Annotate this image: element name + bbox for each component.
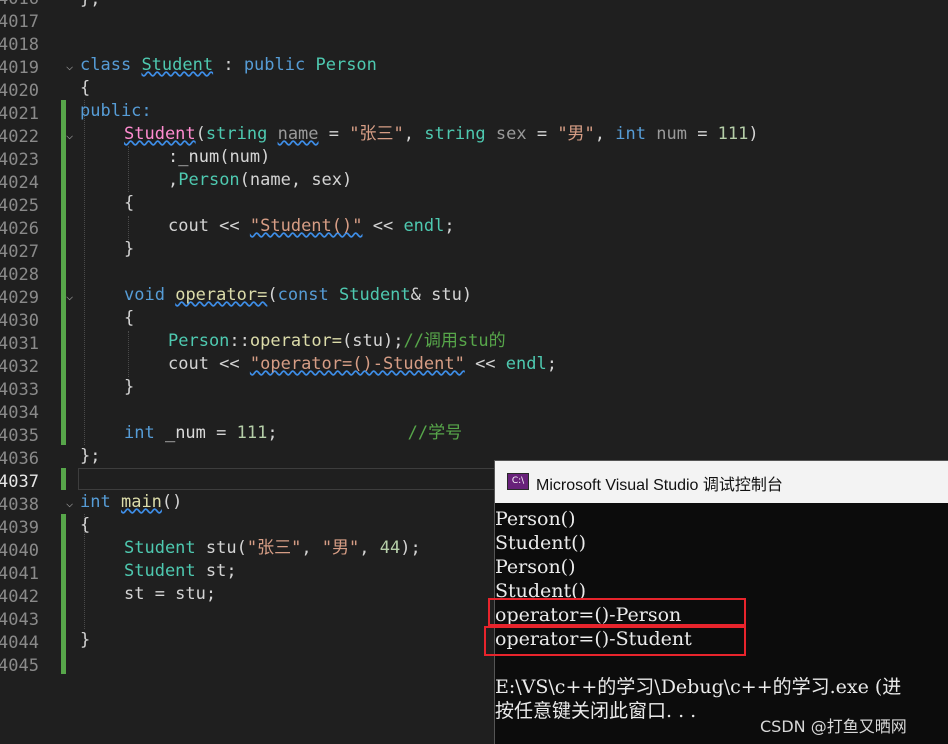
line-number: 4044 xyxy=(0,633,39,653)
line-number: 4017 xyxy=(0,12,39,32)
console-line: Person() xyxy=(495,556,576,578)
code-line: :_num(num) xyxy=(168,147,271,167)
line-number: 4022 xyxy=(0,127,39,147)
line-number: 4030 xyxy=(0,311,39,331)
line-number: 4034 xyxy=(0,403,39,423)
code-line: Student st; xyxy=(124,561,237,581)
line-number: 4024 xyxy=(0,173,39,193)
line-number: 4023 xyxy=(0,150,39,170)
line-number: 4018 xyxy=(0,35,39,55)
code-line: Student stu("张三", "男", 44); xyxy=(124,538,421,558)
code-line: class Student : public Person xyxy=(80,55,377,75)
code-line: { xyxy=(124,193,135,213)
console-line: Student() xyxy=(495,532,586,554)
current-line-highlight xyxy=(78,468,498,490)
code-line: public: xyxy=(80,101,152,121)
code-line: { xyxy=(80,78,91,98)
code-line: cout << "operator=()-Student" << endl; xyxy=(168,354,557,374)
console-line: Person() xyxy=(495,508,576,530)
code-line: { xyxy=(124,308,135,328)
change-indicator-bar xyxy=(61,514,66,674)
line-number: 4041 xyxy=(0,564,39,584)
line-number: 4029 xyxy=(0,288,39,308)
highlight-box xyxy=(488,598,746,626)
line-number: 4019 xyxy=(0,58,39,78)
fold-chevron-icon[interactable]: ⌵ xyxy=(66,124,73,147)
code-line: void operator=(const Student& stu) xyxy=(124,285,473,305)
console-line: E:\VS\c++的学习\Debug\c++的学习.exe (进 xyxy=(495,676,902,698)
code-line: st = stu; xyxy=(124,584,217,604)
code-line: ,Person(name, sex) xyxy=(168,170,353,190)
fold-chevron-icon[interactable]: ⌵ xyxy=(66,492,73,515)
line-number: 4026 xyxy=(0,219,39,239)
code-line: } xyxy=(124,239,135,259)
line-number: 4037 xyxy=(0,472,39,492)
code-line: int main() xyxy=(80,492,183,512)
line-number: 4043 xyxy=(0,610,39,630)
line-number: 4033 xyxy=(0,380,39,400)
code-line: } xyxy=(80,630,91,650)
line-number: 4042 xyxy=(0,587,39,607)
change-indicator-bar xyxy=(61,100,66,445)
line-number: 4016 xyxy=(0,0,39,11)
highlight-box xyxy=(484,626,746,656)
indent-guide xyxy=(128,216,129,240)
line-number: 4027 xyxy=(0,242,39,262)
line-number: 4020 xyxy=(0,81,39,101)
line-number: 4036 xyxy=(0,449,39,469)
console-app-icon: C:\ xyxy=(507,473,529,490)
code-line: Person::operator=(stu);//调用stu的 xyxy=(168,331,506,351)
indent-guide xyxy=(128,146,129,192)
code-line: }; xyxy=(80,0,100,11)
code-line: { xyxy=(80,515,91,535)
line-number: 4040 xyxy=(0,541,39,561)
line-number: 4028 xyxy=(0,265,39,285)
fold-chevron-icon[interactable]: ⌵ xyxy=(66,285,73,308)
code-line: Student(string name = "张三", string sex =… xyxy=(124,124,759,144)
line-number: 4031 xyxy=(0,334,39,354)
indent-guide xyxy=(128,331,129,377)
line-number: 4039 xyxy=(0,518,39,538)
line-number: 4035 xyxy=(0,426,39,446)
fold-chevron-icon[interactable]: ⌵ xyxy=(66,55,73,78)
watermark: CSDN @打鱼又晒网 xyxy=(760,717,907,736)
line-number: 4021 xyxy=(0,104,39,124)
line-number: 4032 xyxy=(0,357,39,377)
change-indicator-bar xyxy=(61,468,66,490)
code-line: cout << "Student()" << endl; xyxy=(168,216,455,236)
indent-guide xyxy=(84,100,85,445)
line-number: 4025 xyxy=(0,196,39,216)
console-title-bar[interactable]: C:\ Microsoft Visual Studio 调试控制台 xyxy=(495,461,948,503)
debug-console-window[interactable]: C:\ Microsoft Visual Studio 调试控制台 Person… xyxy=(484,460,948,744)
code-line: }; xyxy=(80,446,101,466)
line-number: 4045 xyxy=(0,656,39,676)
console-line: 按任意键关闭此窗口. . . xyxy=(495,700,697,722)
console-title: Microsoft Visual Studio 调试控制台 xyxy=(536,477,783,494)
code-line: int _num = 111;//学号 xyxy=(124,423,463,443)
code-line: } xyxy=(124,377,135,397)
line-number: 4038 xyxy=(0,495,39,515)
